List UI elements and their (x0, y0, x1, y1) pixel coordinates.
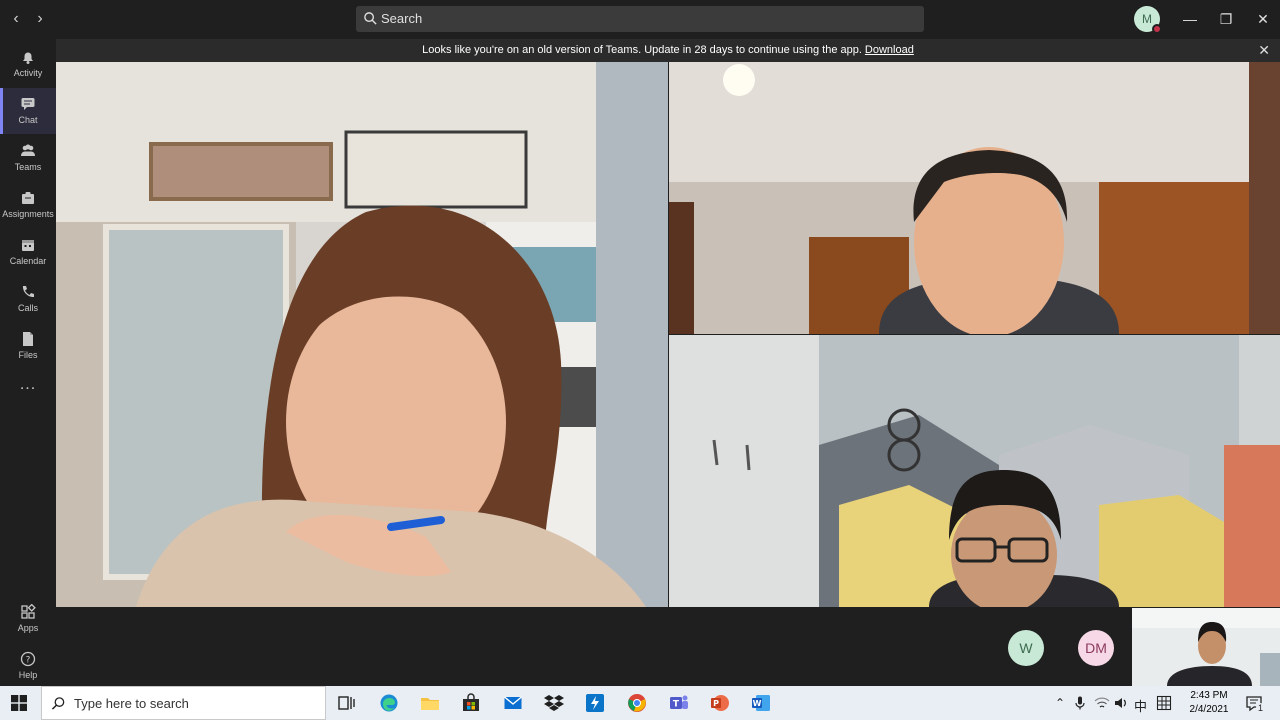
video-tile-participant-3[interactable] (669, 335, 1280, 607)
rail-item-assignments[interactable]: Assignments (0, 182, 56, 228)
show-hidden-icons-chevron-icon[interactable]: ⌃ (1055, 696, 1065, 710)
participant-initials: W (1019, 640, 1033, 656)
back-button[interactable]: ‹ (6, 9, 26, 29)
dropbox-icon[interactable] (544, 693, 564, 713)
task-view-icon[interactable] (337, 693, 357, 713)
volume-icon[interactable] (1113, 695, 1129, 711)
microphone-icon[interactable] (1072, 695, 1088, 711)
windows-taskbar: Type here to search T P W ⌃ 中 2:43 PM 2/… (0, 686, 1280, 720)
profile-initial: M (1142, 12, 1152, 26)
rail-item-calls[interactable]: Calls (0, 276, 56, 322)
edge-browser-icon[interactable] (379, 693, 399, 713)
rail-item-apps[interactable]: Apps (0, 596, 56, 642)
assignments-icon (22, 192, 34, 204)
calendar-icon (22, 240, 34, 251)
azure-app-icon[interactable] (585, 693, 605, 713)
chrome-icon[interactable] (627, 693, 647, 713)
microsoft-store-icon[interactable] (461, 693, 481, 713)
rail-item-teams[interactable]: Teams (0, 135, 56, 181)
search-icon (51, 697, 65, 710)
self-video-feed (1132, 608, 1280, 686)
rail-item-files[interactable]: Files (0, 323, 56, 369)
teams-taskbar-icon[interactable]: T (669, 693, 689, 713)
chat-icon (21, 98, 35, 110)
notification-count-badge: 1 (1256, 703, 1266, 713)
video-tile-participant-1[interactable] (56, 62, 668, 607)
svg-text:P: P (713, 699, 719, 708)
taskbar-search-placeholder: Type here to search (74, 696, 189, 711)
more-icon: ... (19, 376, 37, 393)
restore-button[interactable]: ❐ (1214, 8, 1238, 30)
video-tile-participant-2[interactable] (669, 62, 1280, 334)
participant-avatar-dm[interactable]: DM (1078, 630, 1114, 666)
participant-initials: DM (1085, 640, 1107, 656)
word-icon[interactable]: W (751, 693, 771, 713)
taskbar-search-box[interactable]: Type here to search (41, 686, 326, 720)
video-feed-3 (669, 335, 1280, 607)
apps-icon (21, 604, 36, 619)
file-explorer-icon[interactable] (420, 693, 440, 713)
input-method-indicator[interactable]: 中 (1134, 696, 1147, 715)
banner-message: Looks like you're on an old version of T… (422, 44, 862, 56)
search-placeholder: Search (381, 11, 423, 26)
minimize-button[interactable]: — (1178, 8, 1202, 30)
teams-window: ‹ › Search M — ❐ ✕ Activity Chat Teams A… (0, 0, 1280, 686)
video-feed-1 (56, 62, 668, 607)
clock-date: 2/4/2021 (1189, 704, 1229, 715)
search-icon (364, 12, 377, 25)
app-bar: Activity Chat Teams Assignments Calendar… (0, 39, 56, 686)
forward-button[interactable]: › (30, 9, 50, 29)
self-video-preview[interactable] (1132, 608, 1280, 686)
svg-text:T: T (673, 700, 680, 710)
svg-text:?: ? (26, 656, 31, 666)
help-icon: ? (20, 651, 36, 667)
profile-avatar[interactable]: M (1134, 6, 1162, 34)
file-icon (23, 332, 33, 346)
wifi-icon[interactable] (1094, 695, 1110, 711)
rail-item-help[interactable]: ? Help (0, 643, 56, 689)
windows-start-icon[interactable] (11, 695, 27, 711)
phone-icon (22, 286, 34, 298)
status-busy-indicator (1152, 24, 1162, 34)
update-banner: Looks like you're on an old version of T… (56, 39, 1280, 62)
close-window-button[interactable]: ✕ (1251, 8, 1275, 30)
clock-time: 2:43 PM (1190, 690, 1228, 701)
rail-item-activity[interactable]: Activity (0, 41, 56, 87)
svg-text:W: W (753, 699, 762, 708)
participant-avatar-w[interactable]: W (1008, 630, 1044, 666)
teams-icon (21, 144, 35, 156)
close-banner-icon[interactable]: ✕ (1258, 39, 1270, 62)
ime-pad-icon[interactable] (1156, 695, 1172, 711)
mail-icon[interactable] (503, 693, 523, 713)
rail-item-calendar[interactable]: Calendar (0, 229, 56, 275)
bell-icon (23, 52, 33, 64)
title-bar: ‹ › Search M — ❐ ✕ (0, 0, 1280, 39)
taskbar-clock[interactable]: 2:43 PM 2/4/2021 (1180, 689, 1238, 717)
download-link[interactable]: Download (865, 44, 914, 56)
video-feed-2 (669, 62, 1280, 334)
rail-item-chat[interactable]: Chat (0, 88, 56, 134)
powerpoint-icon[interactable]: P (710, 693, 730, 713)
search-box[interactable]: Search (356, 6, 924, 32)
rail-item-more[interactable]: ... (0, 370, 56, 416)
